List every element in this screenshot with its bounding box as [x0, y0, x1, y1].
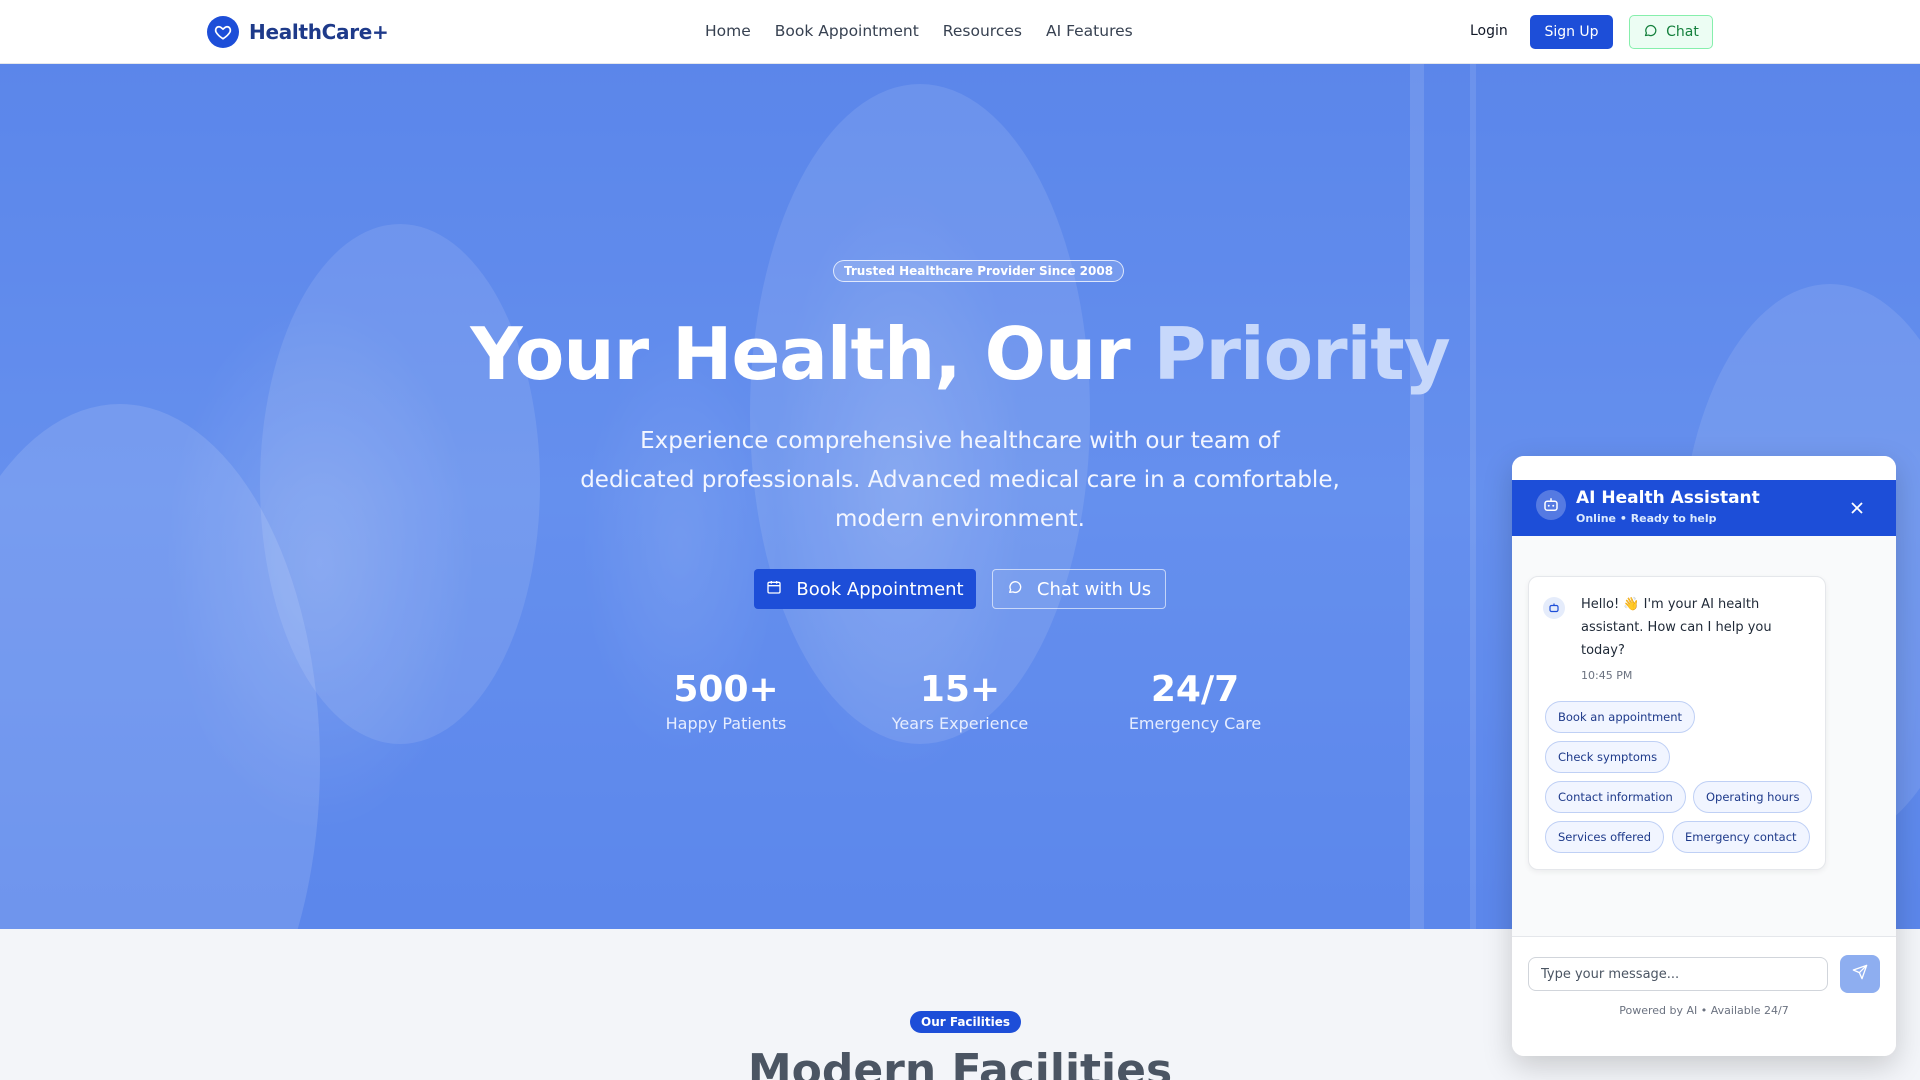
- stat-years-experience: 15+ Years Experience: [850, 669, 1070, 734]
- stat-label: Emergency Care: [1128, 714, 1262, 733]
- quick-reply-emergency-contact[interactable]: Emergency contact: [1672, 821, 1810, 853]
- chat-powered-by: Powered by AI • Available 24/7: [1619, 1004, 1789, 1017]
- signup-button[interactable]: Sign Up: [1530, 15, 1613, 49]
- book-appointment-label: Book Appointment: [796, 578, 964, 600]
- chat-footer: Powered by AI • Available 24/7: [1512, 936, 1896, 1056]
- chat-bubble-icon: [1007, 579, 1023, 600]
- nav-links: Home Book Appointment Resources AI Featu…: [705, 22, 1133, 40]
- chat-title: AI Health Assistant: [1576, 488, 1760, 508]
- calendar-icon: [766, 579, 782, 600]
- nav-chat-label: Chat: [1666, 24, 1699, 40]
- chat-header: AI Health Assistant Online • Ready to he…: [1512, 480, 1896, 536]
- hero-title-main: Your Health, Our: [470, 312, 1154, 396]
- brand-name: HealthCare+: [249, 20, 389, 44]
- quick-reply-check-symptoms[interactable]: Check symptoms: [1545, 741, 1671, 773]
- message-text: Hello! 👋 I'm your AI health assistant. H…: [1581, 597, 1772, 658]
- chat-status: Online • Ready to help: [1576, 512, 1717, 525]
- chat-widget: AI Health Assistant Online • Ready to he…: [1512, 456, 1896, 1056]
- top-navbar: HealthCare+ Home Book Appointment Resour…: [0, 0, 1920, 64]
- bot-icon: [1536, 490, 1566, 520]
- close-icon[interactable]: [1847, 498, 1867, 518]
- hero-subtitle: Experience comprehensive healthcare with…: [580, 428, 1340, 532]
- facilities-badge: Our Facilities: [910, 1011, 1022, 1033]
- bot-icon: [1543, 597, 1565, 619]
- chat-with-us-label: Chat with Us: [1036, 578, 1152, 600]
- send-button[interactable]: [1840, 955, 1880, 993]
- hero-title-accent: Priority: [1153, 312, 1451, 396]
- nav-link-book-appointment[interactable]: Book Appointment: [775, 22, 919, 40]
- stat-value: 24/7: [1150, 669, 1240, 710]
- brand-logo[interactable]: HealthCare+: [207, 16, 389, 48]
- chat-with-us-button[interactable]: Chat with Us: [992, 569, 1166, 609]
- stat-label: Happy Patients: [665, 714, 787, 733]
- heart-icon: [207, 16, 239, 48]
- nav-link-ai-features[interactable]: AI Features: [1046, 22, 1133, 40]
- nav-chat-button[interactable]: Chat: [1629, 15, 1713, 49]
- chat-bubble-icon: [1643, 23, 1658, 42]
- stat-happy-patients: 500+ Happy Patients: [616, 669, 836, 734]
- stat-label: Years Experience: [891, 714, 1029, 733]
- chat-widget-top: [1512, 456, 1896, 480]
- login-link[interactable]: Login: [1470, 23, 1508, 39]
- send-icon: [1852, 964, 1868, 985]
- quick-reply-services-offered[interactable]: Services offered: [1545, 821, 1665, 853]
- nav-link-resources[interactable]: Resources: [943, 22, 1022, 40]
- book-appointment-button[interactable]: Book Appointment: [754, 569, 976, 609]
- quick-reply-book-appointment[interactable]: Book an appointment: [1545, 701, 1696, 733]
- hero-title: Your Health, Our Priority: [0, 312, 1920, 396]
- stat-value: 15+: [919, 669, 1001, 710]
- stat-value: 500+: [673, 669, 779, 710]
- message-time: 10:45 PM: [1581, 669, 1633, 682]
- stat-emergency-care: 24/7 Emergency Care: [1085, 669, 1305, 734]
- quick-reply-contact-information[interactable]: Contact information: [1545, 781, 1686, 813]
- chat-message-input[interactable]: [1528, 957, 1828, 991]
- quick-reply-operating-hours[interactable]: Operating hours: [1693, 781, 1813, 813]
- hero-badge: Trusted Healthcare Provider Since 2008: [833, 260, 1125, 282]
- nav-link-home[interactable]: Home: [705, 22, 751, 40]
- bot-message: Hello! 👋 I'm your AI health assistant. H…: [1528, 576, 1826, 870]
